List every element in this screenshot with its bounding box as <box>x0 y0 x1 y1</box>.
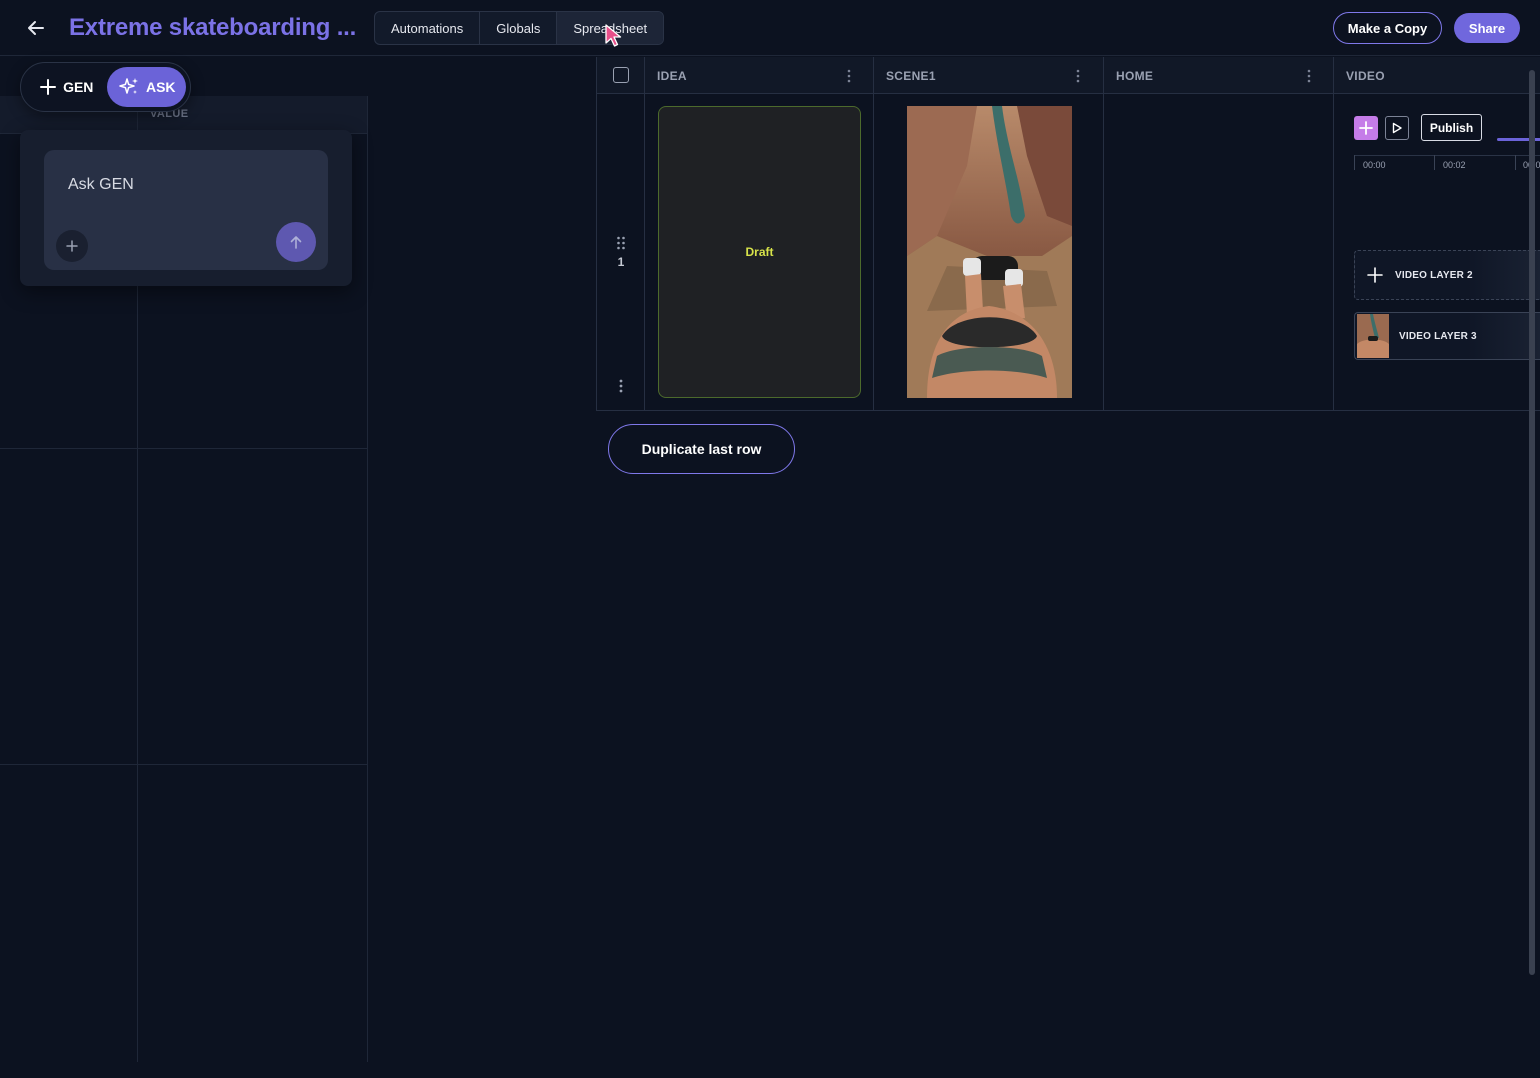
idea-cell-card[interactable]: Draft <box>658 106 861 398</box>
plus-icon <box>1359 121 1373 135</box>
more-vertical-icon <box>847 69 851 83</box>
plus-icon <box>40 79 57 95</box>
column-header-idea[interactable]: IDEA <box>657 57 687 94</box>
ask-mode-button[interactable]: ASK <box>107 67 186 107</box>
make-copy-button[interactable]: Make a Copy <box>1333 12 1442 44</box>
column-menu-button[interactable] <box>1070 67 1086 85</box>
row-number: 1 <box>617 255 625 269</box>
more-vertical-icon <box>619 379 623 393</box>
more-vertical-icon <box>1307 69 1311 83</box>
grid-divider <box>367 96 368 1062</box>
play-button[interactable] <box>1385 116 1409 140</box>
add-layer-icon-wrap <box>1355 267 1395 283</box>
plus-icon <box>66 240 78 252</box>
column-divider <box>644 57 645 411</box>
layer-thumbnail <box>1357 314 1389 358</box>
ruler-tick <box>1515 155 1516 170</box>
spreadsheet: IDEA SCENE1 HOME VIDEO 1 Draft Publish 0… <box>596 57 1540 411</box>
column-header-home[interactable]: HOME <box>1116 57 1153 94</box>
status-badge: Draft <box>745 245 774 259</box>
column-divider <box>1103 57 1104 411</box>
top-bar: Extreme skateboarding ... Automations Gl… <box>0 0 1540 56</box>
more-vertical-icon <box>1076 69 1080 83</box>
video-layer-name: VIDEO LAYER 3 <box>1399 330 1477 342</box>
mode-toggle: GEN ASK <box>20 62 191 112</box>
video-layer-name: VIDEO LAYER 2 <box>1395 269 1473 281</box>
mouse-cursor-icon <box>605 24 622 47</box>
column-menu-button[interactable] <box>1301 67 1317 85</box>
video-layer-row[interactable]: VIDEO LAYER 2 <box>1354 250 1540 300</box>
grid-divider <box>0 448 368 449</box>
column-header-video[interactable]: VIDEO <box>1346 57 1385 94</box>
plus-icon <box>1367 267 1383 283</box>
arrow-left-icon <box>28 21 44 35</box>
ruler-tick <box>1354 155 1355 170</box>
layer-thumbnail-image <box>1357 314 1389 358</box>
select-all-checkbox[interactable] <box>613 67 629 83</box>
row-menu-button[interactable] <box>613 377 629 395</box>
add-layer-button[interactable] <box>1354 116 1378 140</box>
gen-mode-label: GEN <box>63 79 94 95</box>
grid-divider <box>0 764 368 765</box>
column-divider <box>873 57 874 411</box>
vertical-scrollbar[interactable] <box>1529 70 1535 975</box>
column-divider <box>1333 57 1334 411</box>
back-button[interactable] <box>22 14 50 42</box>
spreadsheet-header <box>597 57 1540 94</box>
ask-input[interactable] <box>44 150 328 220</box>
timeline-timestamp: 00:00 <box>1363 160 1386 170</box>
timeline-ruler <box>1354 155 1540 156</box>
ask-mode-label: ASK <box>145 79 176 95</box>
page-title: Extreme skateboarding ... <box>69 14 357 41</box>
tab-globals[interactable]: Globals <box>480 12 558 44</box>
ask-panel <box>20 130 352 286</box>
play-icon <box>1392 122 1402 134</box>
duplicate-last-row-button[interactable]: Duplicate last row <box>608 424 795 474</box>
drag-handle-icon[interactable] <box>613 235 629 251</box>
column-menu-button[interactable] <box>841 67 857 85</box>
ask-box <box>44 150 328 270</box>
tab-automations[interactable]: Automations <box>375 12 481 44</box>
timeline-timestamp: 00:02 <box>1443 160 1466 170</box>
ruler-tick <box>1434 155 1435 170</box>
scene-thumbnail[interactable] <box>907 106 1072 398</box>
publish-button[interactable]: Publish <box>1421 114 1482 141</box>
scene-image <box>907 106 1072 398</box>
send-button[interactable] <box>276 222 316 262</box>
video-layer-row[interactable]: VIDEO LAYER 3 <box>1354 312 1540 360</box>
arrow-up-icon <box>290 236 302 249</box>
sparkles-icon <box>119 78 138 94</box>
column-header-scene1[interactable]: SCENE1 <box>886 57 936 94</box>
attach-button[interactable] <box>56 230 88 262</box>
gen-mode-button[interactable]: GEN <box>25 67 107 107</box>
share-button[interactable]: Share <box>1454 13 1520 43</box>
